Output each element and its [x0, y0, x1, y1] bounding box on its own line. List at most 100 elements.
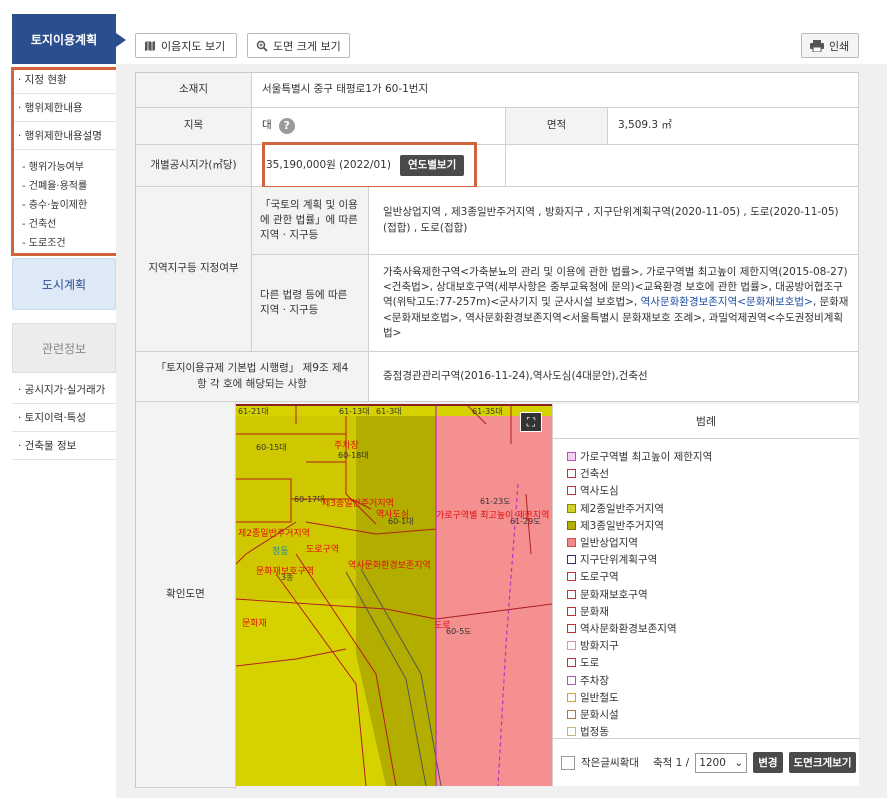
- legend-swatch: [567, 606, 576, 616]
- legend-item: 지구단위계획구역: [567, 551, 657, 568]
- jimok-value: 대: [262, 119, 272, 132]
- map-drawing: [236, 404, 552, 786]
- legend-item: 주차장: [567, 672, 609, 689]
- scale-label: 축척 1 /: [652, 757, 690, 769]
- map-label: 확인도면: [136, 402, 236, 788]
- legend-swatch: [567, 469, 576, 479]
- map-label-height-limit: 가로구역별 최고높이 제한지역: [436, 511, 550, 521]
- zone2-label: 다른 법령 등에 따른 지역 · 지구등: [252, 255, 369, 352]
- map-label-jeongdong: 정동: [272, 547, 289, 557]
- legend-item: 도로구역: [567, 568, 619, 585]
- map-label-heritage-zone: 문화재보호구역: [256, 567, 314, 577]
- legend-swatch: [567, 538, 576, 547]
- legend-item-label: 주차장: [580, 674, 609, 687]
- legend-item: 건축선: [567, 465, 609, 482]
- legend-item-label: 제2종일반주거지역: [580, 502, 664, 515]
- enlarge-map-label: 도면 크게 보기: [273, 39, 341, 53]
- legend-item-label: 문화재보호구역: [580, 588, 648, 601]
- legend-item-label: 문화시설: [580, 709, 619, 721]
- small-text-checkbox[interactable]: [561, 755, 575, 770]
- zone1-value: 일반상업지역 , 제3종일반주거지역 , 방화지구 , 지구단위계획구역(202…: [369, 187, 859, 255]
- legend-item: 역사문화환경보존지역: [567, 620, 677, 637]
- legend-item: 도로: [567, 654, 599, 671]
- legend-swatch: [567, 555, 576, 565]
- big-map-button[interactable]: 도면크게보기: [788, 752, 857, 773]
- related-menu: · 공시지가·실거래가 · 토지이력·특성 · 건축물 정보: [12, 376, 116, 460]
- parcel-60-18: 60-18대: [338, 451, 369, 460]
- legend-item: 역사도심: [567, 482, 619, 499]
- location-value: 서울특별시 중구 태평로1가 60-1번지: [252, 73, 859, 108]
- parcel-61-23: 61-23도: [480, 497, 511, 506]
- sidebar-item-land-price[interactable]: · 공시지가·실거래가: [12, 376, 116, 404]
- legend-item-label: 역사문화환경보존지역: [580, 623, 677, 635]
- zone-label: 지역지구등 지정여부: [136, 187, 252, 352]
- legend-item-label: 법정동: [580, 726, 609, 739]
- map-label-heritage: 문화재: [242, 619, 267, 629]
- jimok-cell: 대 ?: [252, 108, 506, 145]
- sidebar-btn-urban-plan[interactable]: 도시계획: [12, 258, 116, 310]
- legend-item: 일반철도: [567, 689, 619, 706]
- legend-item: 방화지구: [567, 637, 619, 654]
- print-label: 인쇄: [829, 39, 850, 53]
- legend-swatch: [567, 486, 576, 496]
- zone2-link[interactable]: 역사문화환경보존지역<문화재보호법>: [641, 296, 813, 308]
- legend-swatch: [567, 624, 576, 633]
- help-icon[interactable]: ?: [278, 118, 295, 134]
- legend-item-label: 도로구역: [580, 571, 619, 584]
- sidebar-item-land-history[interactable]: · 토지이력·특성: [12, 404, 116, 432]
- legend-item-label: 문화재: [580, 605, 609, 618]
- map-label-historic-center: 역사도심: [376, 510, 410, 520]
- scale-select[interactable]: 1200 ⌄: [695, 752, 748, 773]
- view-map-button[interactable]: 이음지도 보기: [135, 33, 237, 58]
- legend-swatch: [567, 641, 576, 651]
- legend-swatch: [567, 572, 576, 582]
- map-label-historic-env: 역사문화환경보존지역: [348, 561, 431, 571]
- sidebar-item-building-info[interactable]: · 건축물 정보: [12, 432, 116, 460]
- zone2-value: 가축사육제한구역<가축분뇨의 관리 및 이용에 관한 법률>, 가로구역별 최고…: [383, 265, 850, 341]
- sidebar-btn-related-info[interactable]: 관련정보: [12, 323, 116, 373]
- map-label-parking: 주차장: [334, 441, 359, 451]
- map-label-road: 도로: [434, 621, 451, 631]
- highlight-box-price: [262, 142, 477, 189]
- chevron-down-icon: ⌄: [734, 756, 744, 769]
- view-map-label: 이음지도 보기: [161, 39, 226, 53]
- legend-swatch: [567, 452, 576, 461]
- legend-item-label: 제3종일반주거지역: [580, 519, 664, 532]
- legend-item-label: 방화지구: [580, 640, 619, 653]
- change-scale-button[interactable]: 변경: [753, 752, 783, 773]
- area-label: 면적: [506, 108, 608, 145]
- legend-swatch: [567, 727, 576, 737]
- zone1-label: 「국토의 계획 및 이용에 관한 법률」에 따른 지역 · 지구등: [252, 187, 369, 255]
- sidebar: 토지이용계획 · 지정 현황 · 행위제한내용 · 행위제한내용설명 - 행위가…: [0, 0, 126, 798]
- parcel-61-21: 61-21대: [238, 407, 269, 416]
- legend-item-label: 가로구역별 최고높이 제한지역: [580, 451, 713, 463]
- legend-swatch: [567, 520, 576, 530]
- regulation-label: 「토지이용규제 기본법 시행령」 제9조 제4항 각 호에 해당되는 사항: [136, 352, 369, 402]
- fullscreen-icon[interactable]: ⛶: [520, 412, 542, 432]
- legend-swatch: [567, 503, 576, 513]
- legend-panel: 범례 가로구역별 최고높이 제한지역건축선 역사도심제2종일반주거지역제3종일반주…: [552, 404, 860, 786]
- legend-item: 제2종일반주거지역: [567, 500, 664, 517]
- legend-item-label: 일반상업지역: [580, 537, 638, 549]
- legend-title: 범례: [553, 404, 859, 439]
- enlarge-map-button[interactable]: 도면 크게 보기: [247, 33, 350, 58]
- parcel-61-13: 61-13대: [339, 407, 370, 416]
- sidebar-header-land-use[interactable]: 토지이용계획: [12, 14, 126, 64]
- parcel-61-35: 61-35대: [472, 407, 503, 416]
- price-empty-cell: [506, 145, 859, 187]
- legend-item-label: 일반철도: [580, 691, 619, 704]
- legend-item: 문화재: [567, 603, 609, 620]
- map-icon: [145, 40, 155, 51]
- regulation-value: 중점경관관리구역(2016-11-24),역사도심(4대문안),건축선: [369, 352, 859, 402]
- legend-item: 가로구역별 최고높이 제한지역: [567, 448, 712, 465]
- scale-value: 1200: [699, 756, 726, 769]
- highlight-box-sidebar: [11, 67, 122, 256]
- print-button[interactable]: 인쇄: [801, 33, 859, 58]
- parcel-60-15: 60-15대: [256, 443, 287, 452]
- legend-swatch: [567, 658, 576, 668]
- legend-item-label: 건축선: [580, 468, 609, 481]
- parcel-61-3: 61-3대: [376, 407, 402, 416]
- zone2-cell: 가축사육제한구역<가축분뇨의 관리 및 이용에 관한 법률>, 가로구역별 최고…: [369, 255, 859, 352]
- map-label-road-zone: 도로구역: [306, 545, 340, 555]
- land-use-map[interactable]: 61-21대 61-13대 61-3대 61-35대 60-15대 60-18대…: [236, 404, 552, 786]
